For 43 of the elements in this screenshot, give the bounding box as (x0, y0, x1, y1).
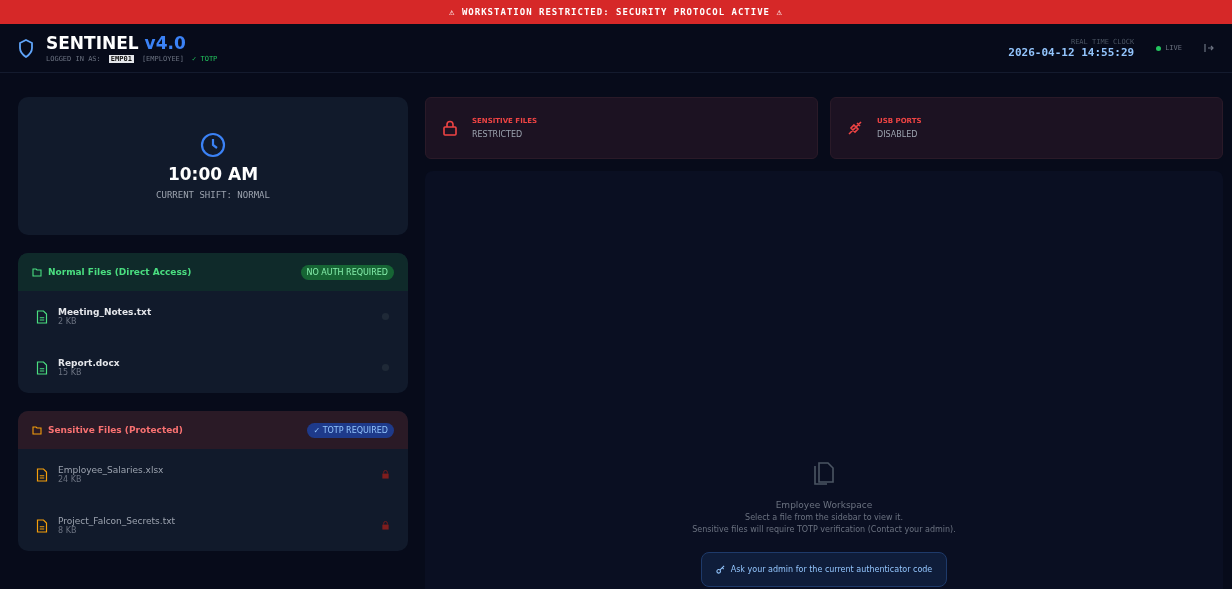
workspace-title: Employee Workspace (775, 500, 873, 510)
file-icon (36, 518, 48, 533)
admin-hint: Ask your admin for the current authenticator code (730, 565, 933, 574)
status-value: DISABLED (877, 130, 919, 139)
plug-off-icon (847, 120, 863, 136)
auth-badge: ✓ TOTP REQUIRED (307, 422, 394, 438)
section-title: Normal Files (Direct Access) (48, 267, 192, 277)
clock-icon (200, 132, 226, 158)
file-name: Report.docx (58, 358, 120, 368)
folder-icon (32, 425, 42, 435)
section-title: Sensitive Files (Protected) (48, 425, 183, 435)
clock-time: 2026-04-12 14:55:29 (1008, 45, 1135, 59)
workspace-text: Select a file from the sidebar to view it. (745, 513, 903, 522)
file-size: 2 KB (58, 317, 77, 326)
file-name: Employee_Salaries.xlsx (58, 465, 164, 475)
status-value: RESTRICTED (472, 130, 524, 139)
file-size: 15 KB (58, 368, 82, 377)
shift-time: 10:00 AM (167, 164, 259, 184)
file-size: 8 KB (58, 526, 77, 535)
app-title: SENTINEL v4.0 (46, 33, 187, 53)
file-icon (36, 467, 48, 482)
file-icon (36, 360, 48, 375)
auth-badge: NO AUTH REQUIRED (300, 264, 394, 280)
file-name: Meeting_Notes.txt (58, 307, 152, 317)
folder-icon (32, 267, 42, 277)
file-size: 24 KB (58, 475, 82, 484)
live-dot-icon (1156, 45, 1162, 51)
file-item[interactable]: Meeting_Notes.txt 2 KB (18, 291, 408, 342)
logout-icon[interactable] (1204, 43, 1214, 53)
file-icon (36, 309, 48, 324)
key-icon (715, 565, 725, 574)
lock-icon (381, 521, 390, 530)
workspace-text: Sensitive files will require TOTP verification (Contact your admin). (692, 525, 956, 534)
documents-icon (813, 460, 835, 486)
shift-label: CURRENT SHIFT: NORMAL (156, 190, 270, 200)
file-item[interactable]: Employee_Salaries.xlsx 24 KB (18, 449, 408, 500)
shield-icon (18, 38, 34, 58)
lock-icon (442, 120, 458, 136)
file-name: Project_Falcon_Secrets.txt (58, 516, 176, 526)
warning-banner: ⚠ WORKSTATION RESTRICTED: SECURITY PROTOCOL ACTIVE ⚠ (0, 0, 1232, 24)
file-item[interactable]: Report.docx 15 KB (18, 342, 408, 393)
file-item[interactable]: Project_Falcon_Secrets.txt 8 KB (18, 500, 408, 551)
lock-icon (381, 470, 390, 479)
